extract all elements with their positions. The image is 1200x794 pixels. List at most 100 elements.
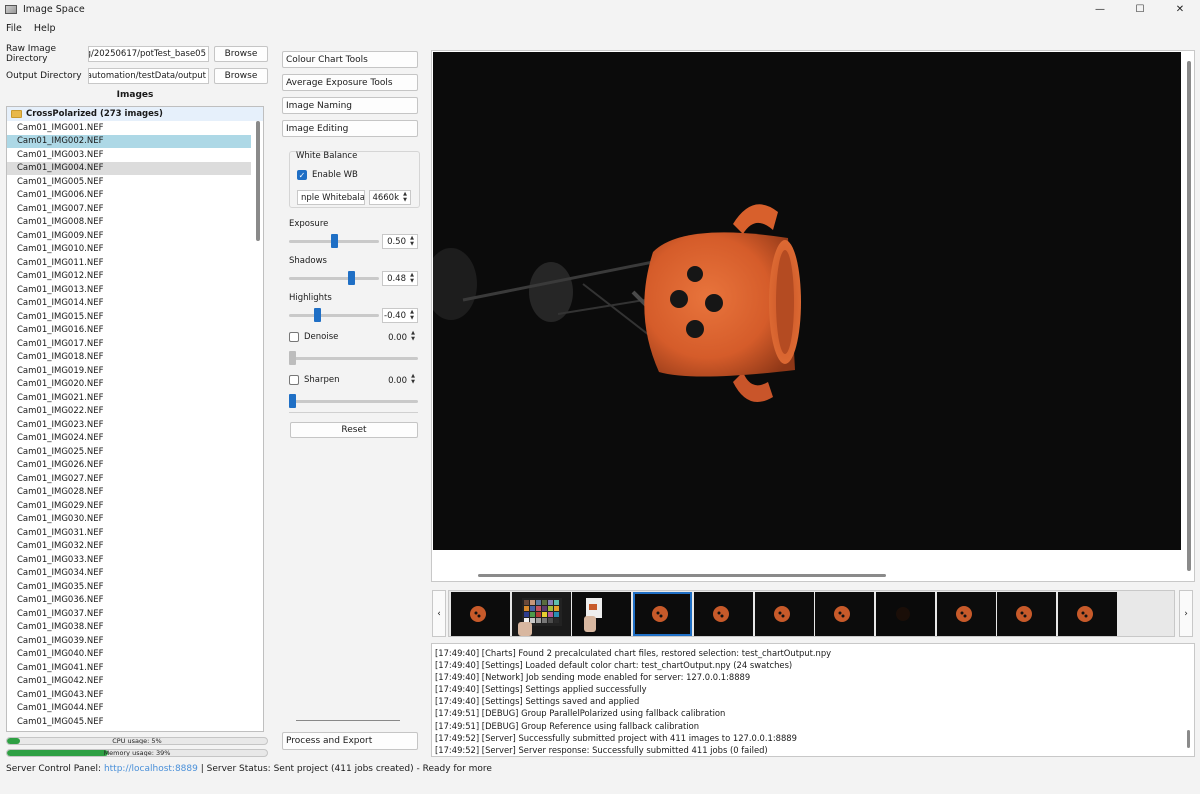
list-item[interactable]: Cam01_IMG015.NEF [7,310,251,324]
exposure-slider-handle[interactable] [330,234,338,248]
exposure-spinbox[interactable]: 0.50 ▲ ▼ [382,234,418,249]
list-item[interactable]: Cam01_IMG041.NEF [7,661,251,675]
list-item[interactable]: Cam01_IMG022.NEF [7,405,251,419]
image-editing-button[interactable]: Image Editing [282,120,418,137]
list-item[interactable]: Cam01_IMG027.NEF [7,472,251,486]
list-item[interactable]: Cam01_IMG026.NEF [7,459,251,473]
list-item[interactable]: Cam01_IMG014.NEF [7,297,251,311]
list-item[interactable]: Cam01_IMG028.NEF [7,486,251,500]
list-item[interactable]: Cam01_IMG009.NEF [7,229,251,243]
thumbnail-strip[interactable] [448,590,1175,637]
list-item[interactable]: Cam01_IMG037.NEF [7,607,251,621]
shadows-spinbox[interactable]: 0.48 ▲ ▼ [382,271,418,286]
highlights-slider-handle[interactable] [313,308,321,322]
list-item[interactable]: Cam01_IMG021.NEF [7,391,251,405]
list-item[interactable]: Cam01_IMG030.NEF [7,513,251,527]
sharpen-spin-arrows[interactable]: ▲ ▼ [409,373,417,385]
sharpen-spinbox[interactable]: 0.00 ▲ ▼ [382,373,418,388]
enable-wb-checkbox[interactable]: ✓ [297,170,307,180]
denoise-row[interactable]: Denoise [289,332,338,342]
list-item[interactable]: Cam01_IMG023.NEF [7,418,251,432]
thumbnail[interactable] [572,592,632,636]
denoise-slider-handle[interactable] [289,351,296,365]
close-icon[interactable]: ✕ [1160,0,1200,18]
image-naming-button[interactable]: Image Naming [282,97,418,114]
list-item[interactable]: Cam01_IMG044.NEF [7,702,251,716]
list-item[interactable]: Cam01_IMG024.NEF [7,432,251,446]
menu-help[interactable]: Help [28,23,62,34]
viewer-horizontal-scrollbar[interactable] [478,574,886,577]
shadows-slider-handle[interactable] [347,271,355,285]
denoise-checkbox[interactable] [289,332,299,342]
list-item[interactable]: Cam01_IMG017.NEF [7,337,251,351]
log-scrollbar[interactable] [1187,730,1190,748]
list-item[interactable]: Cam01_IMG042.NEF [7,675,251,689]
list-item[interactable]: Cam01_IMG043.NEF [7,688,251,702]
thumbnail[interactable] [511,592,571,636]
list-item[interactable]: Cam01_IMG008.NEF [7,216,251,230]
folder-row[interactable]: CrossPolarized (273 images) [7,107,263,121]
list-item[interactable]: Cam01_IMG034.NEF [7,567,251,581]
server-link[interactable]: http://localhost:8889 [104,764,198,774]
list-item[interactable]: Cam01_IMG045.NEF [7,715,251,729]
wb-temperature-arrows[interactable]: ▲ ▼ [401,191,409,203]
thumbnail[interactable] [997,592,1057,636]
thumbnail[interactable] [875,592,935,636]
exposure-spin-arrows[interactable]: ▲ ▼ [408,235,416,247]
list-item[interactable]: Cam01_IMG033.NEF [7,553,251,567]
list-item[interactable]: Cam01_IMG006.NEF [7,189,251,203]
enable-wb-row[interactable]: ✓ Enable WB [297,170,358,180]
bottom-splitter[interactable] [296,720,400,721]
thumbnail[interactable] [754,592,814,636]
raw-dir-input[interactable]: g/20250617/potTest_base05 [88,46,209,62]
denoise-spinbox[interactable]: 0.00 ▲ ▼ [382,330,418,345]
list-item[interactable]: Cam01_IMG032.NEF [7,540,251,554]
list-item[interactable]: Cam01_IMG010.NEF [7,243,251,257]
image-file-list[interactable]: CrossPolarized (273 images) Cam01_IMG001… [6,106,264,732]
list-item[interactable]: Cam01_IMG036.NEF [7,594,251,608]
list-item[interactable]: Cam01_IMG039.NEF [7,634,251,648]
thumb-next-button[interactable]: › [1179,590,1193,637]
list-item[interactable]: Cam01_IMG002.NEF [7,134,251,148]
sharpen-checkbox[interactable] [289,375,299,385]
sharpen-slider-handle[interactable] [289,394,296,408]
list-item[interactable]: Cam01_IMG016.NEF [7,324,251,338]
denoise-slider-track[interactable] [289,357,418,360]
list-item[interactable]: Cam01_IMG031.NEF [7,526,251,540]
list-item[interactable]: Cam01_IMG011.NEF [7,256,251,270]
list-item[interactable]: Cam01_IMG040.NEF [7,648,251,662]
sharpen-row[interactable]: Sharpen [289,375,340,385]
log-panel[interactable]: [17:49:40] [Charts] Found 2 precalculate… [431,643,1195,757]
output-browse-button[interactable]: Browse [214,68,268,84]
list-item[interactable]: Cam01_IMG001.NEF [7,121,251,135]
thumbnail[interactable] [633,592,693,636]
list-item[interactable]: Cam01_IMG025.NEF [7,445,251,459]
list-item[interactable]: Cam01_IMG018.NEF [7,351,251,365]
list-item[interactable]: Cam01_IMG004.NEF [7,161,251,175]
wb-mode-select[interactable]: nple Whitebalar [297,190,365,205]
list-item[interactable]: Cam01_IMG013.NEF [7,283,251,297]
denoise-spin-arrows[interactable]: ▲ ▼ [409,330,417,342]
list-item[interactable]: Cam01_IMG012.NEF [7,270,251,284]
thumbnail[interactable] [693,592,753,636]
file-list-scrollbar[interactable] [256,121,260,241]
average-exposure-tools-button[interactable]: Average Exposure Tools [282,74,418,91]
highlights-spin-arrows[interactable]: ▲ ▼ [408,309,416,321]
list-item[interactable]: Cam01_IMG038.NEF [7,621,251,635]
thumbnail[interactable] [1058,592,1117,636]
minimize-icon[interactable]: — [1080,0,1120,18]
list-item[interactable]: Cam01_IMG029.NEF [7,499,251,513]
colour-chart-tools-button[interactable]: Colour Chart Tools [282,51,418,68]
viewer-vertical-scrollbar[interactable] [1187,61,1191,571]
maximize-icon[interactable]: ☐ [1120,0,1160,18]
shadows-slider-track[interactable] [289,277,379,280]
shadows-spin-arrows[interactable]: ▲ ▼ [408,272,416,284]
process-export-button[interactable]: Process and Export [282,732,418,750]
thumbnail[interactable] [815,592,875,636]
thumb-prev-button[interactable]: ‹ [432,590,446,637]
output-dir-input[interactable]: e/automation/testData/output [88,68,209,84]
wb-temperature-spinbox[interactable]: 4660k ▲ ▼ [369,190,411,205]
menu-file[interactable]: File [0,23,28,34]
list-item[interactable]: Cam01_IMG003.NEF [7,148,251,162]
sharpen-slider-track[interactable] [289,400,418,403]
